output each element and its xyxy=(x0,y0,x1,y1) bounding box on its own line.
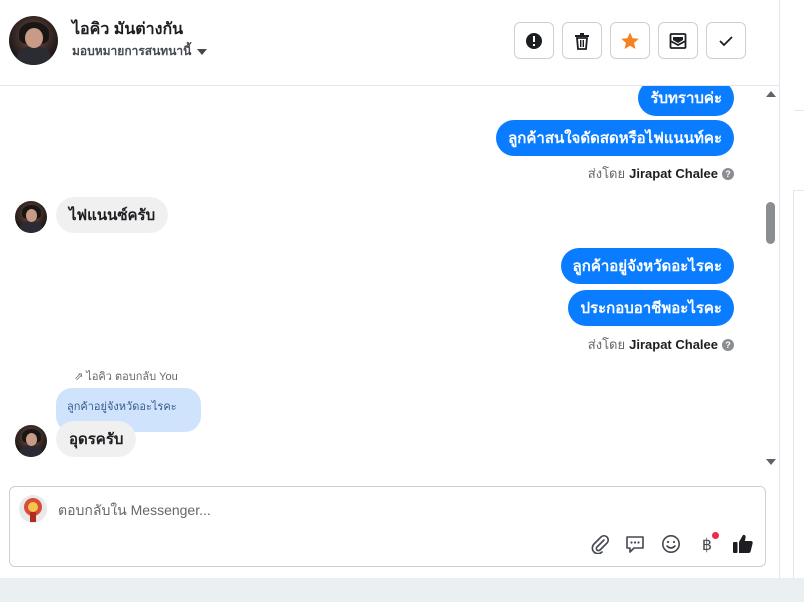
delete-button[interactable] xyxy=(562,22,602,59)
envelope-icon xyxy=(669,32,687,49)
conversation-panel: ไอคิว มันต่างกัน มอบหมายการสนทนานี้ รับท… xyxy=(0,0,779,578)
emoji-icon xyxy=(662,535,680,553)
contact-avatar[interactable] xyxy=(9,16,58,65)
scrollbar-thumb[interactable] xyxy=(766,202,775,244)
assign-conversation-dropdown[interactable]: มอบหมายการสนทนานี้ xyxy=(72,42,208,61)
trash-icon xyxy=(575,32,589,50)
saved-reply-icon xyxy=(626,536,644,553)
page-background xyxy=(0,578,804,602)
message-bubble-incoming[interactable]: อุดรครับ xyxy=(56,421,137,457)
mark-spam-button[interactable] xyxy=(514,22,554,59)
emoji-button[interactable] xyxy=(659,532,683,556)
question-icon[interactable]: ? xyxy=(722,167,734,180)
scroll-down-arrow-icon[interactable] xyxy=(766,459,776,465)
message-bubble-outgoing[interactable]: ประกอบอาชีพอะไรคะ xyxy=(568,290,734,326)
reply-label-text: ไอคิว ตอบกลับ You xyxy=(86,371,178,383)
scroll-up-arrow-icon[interactable] xyxy=(766,91,776,97)
saved-replies-button[interactable] xyxy=(623,532,647,556)
contact-name[interactable]: ไอคิว มันต่างกัน xyxy=(72,17,183,42)
message-bubble-incoming[interactable]: ไฟแนนซ์ครับ xyxy=(56,197,169,233)
reply-arrow-icon: ⇗ xyxy=(74,371,84,383)
sent-by-label: ส่งโดย Jirapat Chalee ? xyxy=(588,334,734,355)
attach-file-button[interactable] xyxy=(588,532,612,556)
exclamation-icon xyxy=(526,32,542,49)
message-bubble-outgoing[interactable]: รับทราบค่ะ xyxy=(638,86,734,116)
reply-input[interactable] xyxy=(58,499,618,521)
star-icon xyxy=(621,32,639,49)
contact-avatar-small[interactable] xyxy=(15,201,47,233)
reply-indicator: ⇗ ไอคิว ตอบกลับ You xyxy=(74,367,178,385)
thumbs-up-icon xyxy=(733,534,753,553)
payment-button[interactable]: ฿ xyxy=(695,532,719,556)
sent-by-label: ส่งโดย Jirapat Chalee ? xyxy=(588,163,734,184)
contact-avatar-small[interactable] xyxy=(15,425,47,457)
sent-by-agent: Jirapat Chalee xyxy=(629,337,718,352)
check-icon xyxy=(719,35,733,46)
message-bubble-outgoing[interactable]: ลูกค้าสนใจดัดสดหรือไฟแนนท์คะ xyxy=(496,120,734,156)
star-button[interactable] xyxy=(610,22,650,59)
sent-by-prefix: ส่งโดย xyxy=(587,166,626,181)
like-button[interactable] xyxy=(731,532,755,556)
page-avatar xyxy=(19,495,47,523)
notification-dot xyxy=(712,532,719,539)
paperclip-icon xyxy=(591,534,610,554)
sent-by-prefix: ส่งโดย xyxy=(587,337,626,352)
question-icon[interactable]: ? xyxy=(722,338,734,351)
message-thread[interactable]: รับทราบค่ะ ลูกค้าสนใจดัดสดหรือไฟแนนท์คะ … xyxy=(0,86,779,472)
caret-down-icon xyxy=(197,48,208,55)
conversation-header: ไอคิว มันต่างกัน มอบหมายการสนทนานี้ xyxy=(0,0,779,86)
mark-unread-button[interactable] xyxy=(658,22,698,59)
side-panel-edge xyxy=(779,0,804,578)
assign-label: มอบหมายการสนทนานี้ xyxy=(72,44,192,58)
baht-icon: ฿ xyxy=(701,534,713,554)
mark-done-button[interactable] xyxy=(706,22,746,59)
sent-by-agent: Jirapat Chalee xyxy=(629,166,718,181)
message-bubble-outgoing[interactable]: ลูกค้าอยู่จังหวัดอะไรคะ xyxy=(560,248,734,284)
reply-composer: ฿ xyxy=(9,486,766,567)
